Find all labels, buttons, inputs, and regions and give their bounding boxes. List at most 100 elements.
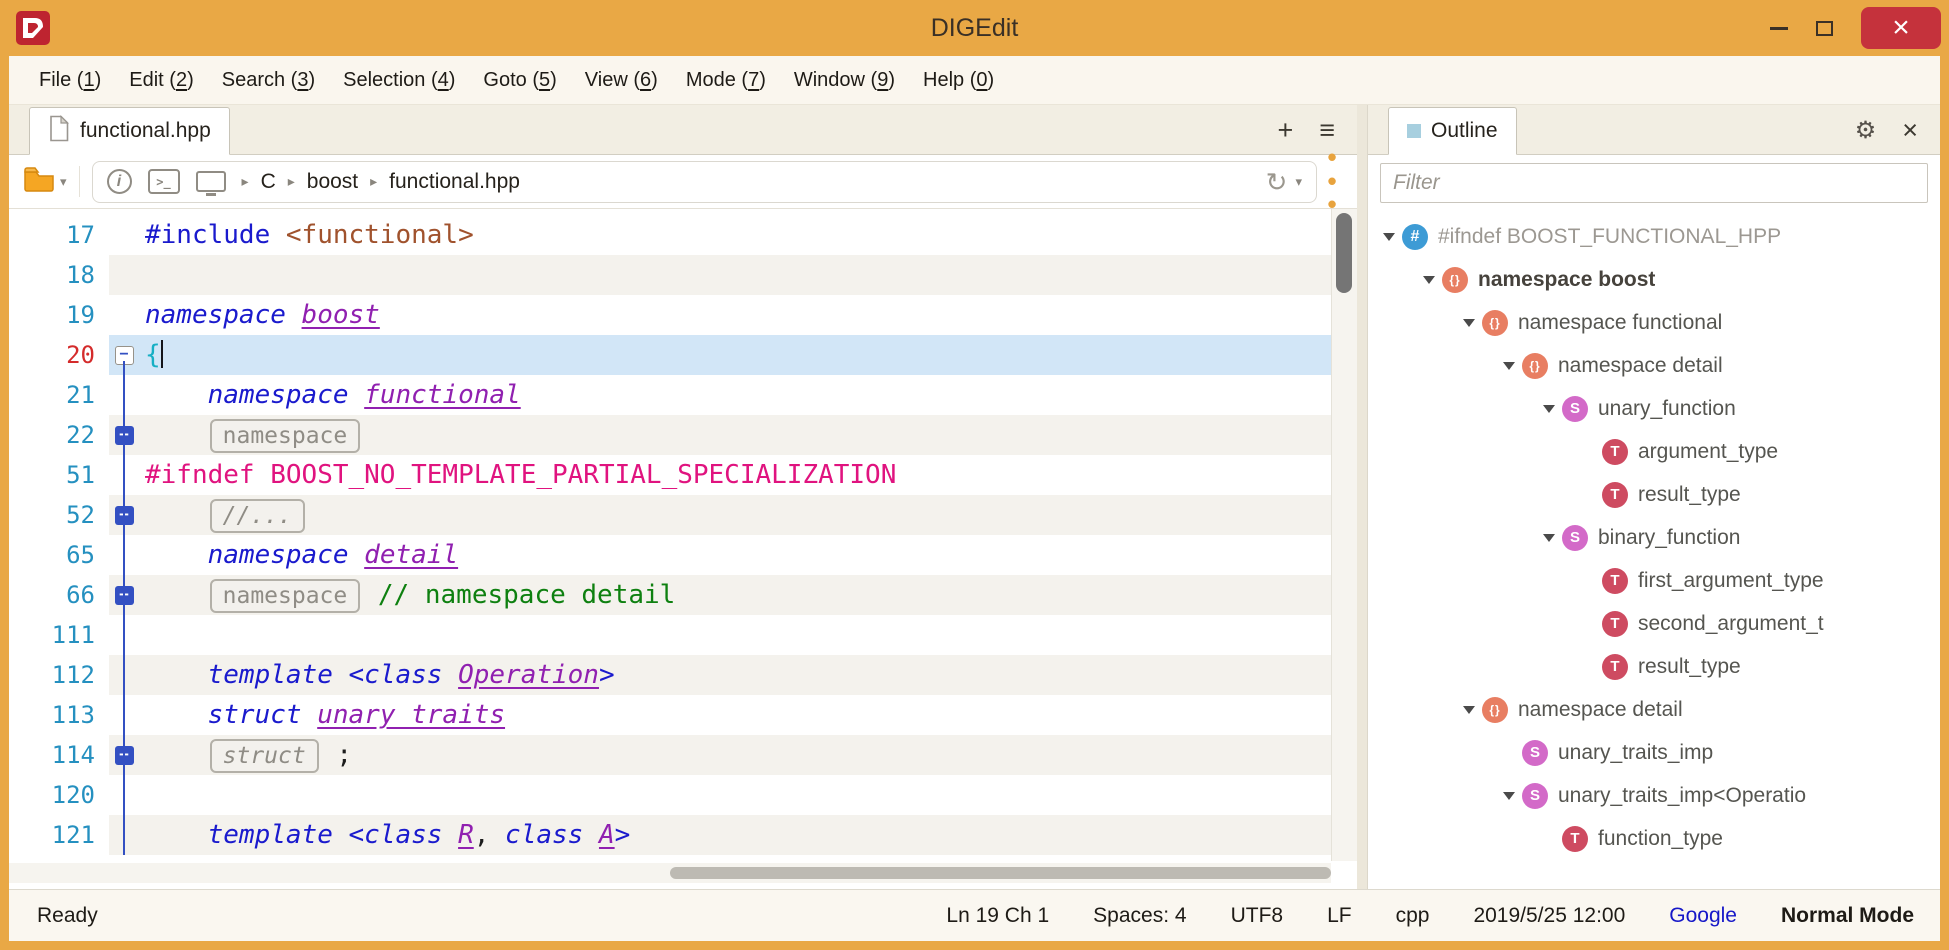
status-line-ending[interactable]: LF (1327, 904, 1352, 928)
outline-item[interactable]: {}namespace detail (1368, 344, 1940, 387)
fold-gutter[interactable]: + (109, 735, 139, 775)
code-line-text[interactable]: { (139, 335, 1331, 375)
fold-expand-marker-icon[interactable]: + (115, 506, 134, 525)
open-folder-button[interactable]: ▾ (23, 166, 80, 197)
code-line-19[interactable]: 19 namespace boost (9, 295, 1331, 335)
panel-divider[interactable] (1357, 105, 1367, 889)
tree-expand-arrow-icon[interactable] (1498, 362, 1520, 370)
outline-item[interactable]: Tfunction_type (1368, 817, 1940, 860)
outline-close-button[interactable]: × (1902, 117, 1918, 144)
code-line-52[interactable]: 52 + //... (9, 495, 1331, 535)
code-editor[interactable]: 17#include <functional>1819namespace boo… (9, 209, 1357, 889)
code-line-text[interactable]: namespace (139, 415, 1331, 455)
menu-mode[interactable]: Mode (7) (672, 69, 780, 92)
line-number[interactable]: 51 (9, 455, 109, 495)
code-line-text[interactable]: #include <functional> (139, 215, 1331, 255)
breadcrumb-item[interactable]: boost (307, 170, 358, 194)
tab-outline[interactable]: Outline (1388, 107, 1517, 155)
tab-list-button[interactable]: ≡ (1319, 117, 1335, 144)
status-encoding[interactable]: UTF8 (1231, 904, 1284, 928)
code-line-120[interactable]: 120 (9, 775, 1331, 815)
outline-item[interactable]: Tresult_type (1368, 645, 1940, 688)
line-number[interactable]: 52 (9, 495, 109, 535)
fold-gutter[interactable]: − (109, 335, 139, 375)
code-line-112[interactable]: 112 template <class Operation> (9, 655, 1331, 695)
outline-item[interactable]: ##ifndef BOOST_FUNCTIONAL_HPP (1368, 215, 1940, 258)
vertical-scrollbar-thumb[interactable] (1336, 213, 1352, 293)
menu-search[interactable]: Search (3) (208, 69, 329, 92)
tree-expand-arrow-icon[interactable] (1538, 534, 1560, 542)
outline-item[interactable]: {}namespace functional (1368, 301, 1940, 344)
code-line-113[interactable]: 113 struct unary_traits (9, 695, 1331, 735)
line-number[interactable]: 114 (9, 735, 109, 775)
more-options-button[interactable]: ••• (1317, 146, 1347, 216)
code-line-text[interactable]: namespace // namespace detail (139, 575, 1331, 615)
fold-expand-marker-icon[interactable]: + (115, 586, 134, 605)
line-number[interactable]: 19 (9, 295, 109, 335)
code-line-text[interactable]: struct ; (139, 735, 1331, 775)
line-number[interactable]: 20 (9, 335, 109, 375)
menu-file[interactable]: File (1) (25, 69, 115, 92)
horizontal-scrollbar[interactable] (9, 863, 1331, 883)
outline-item[interactable]: Sunary_traits_imp<Operatio (1368, 774, 1940, 817)
close-button[interactable]: × (1861, 7, 1941, 49)
code-line-text[interactable]: template <class R, class A> (139, 815, 1331, 855)
code-line-text[interactable] (139, 615, 1331, 655)
code-line-text[interactable]: template <class Operation> (139, 655, 1331, 695)
status-cursor-position[interactable]: Ln 19 Ch 1 (946, 904, 1049, 928)
outline-item[interactable]: {}namespace boost (1368, 258, 1940, 301)
tree-expand-arrow-icon[interactable] (1458, 706, 1480, 714)
fold-expand-marker-icon[interactable]: + (115, 746, 134, 765)
status-indentation[interactable]: Spaces: 4 (1093, 904, 1186, 928)
code-line-65[interactable]: 65 namespace detail (9, 535, 1331, 575)
code-line-text[interactable] (139, 255, 1331, 295)
breadcrumb-item[interactable]: C (261, 170, 276, 194)
tree-expand-arrow-icon[interactable] (1418, 276, 1440, 284)
line-number[interactable]: 120 (9, 775, 109, 815)
title-bar[interactable]: DIGEdit × (0, 0, 1949, 56)
tree-expand-arrow-icon[interactable] (1378, 233, 1400, 241)
code-line-17[interactable]: 17 #include <functional> (9, 215, 1331, 255)
code-line-text[interactable]: namespace boost (139, 295, 1331, 335)
code-line-text[interactable]: //... (139, 495, 1331, 535)
menu-selection[interactable]: Selection (4) (329, 69, 469, 92)
fold-collapse-marker-icon[interactable]: − (115, 346, 134, 365)
menu-window[interactable]: Window (9) (780, 69, 909, 92)
line-number[interactable]: 17 (9, 215, 109, 255)
line-number[interactable]: 111 (9, 615, 109, 655)
preview-button[interactable] (196, 171, 226, 192)
code-line-114[interactable]: 114 + struct ; (9, 735, 1331, 775)
tree-expand-arrow-icon[interactable] (1458, 319, 1480, 327)
tree-expand-arrow-icon[interactable] (1538, 405, 1560, 413)
outline-item[interactable]: Tfirst_argument_type (1368, 559, 1940, 602)
outline-item[interactable]: Targument_type (1368, 430, 1940, 473)
status-google-link[interactable]: Google (1669, 904, 1737, 928)
menu-view[interactable]: View (6) (571, 69, 672, 92)
fold-gutter[interactable]: + (109, 415, 139, 455)
status-mode[interactable]: Normal Mode (1781, 904, 1914, 928)
code-line-text[interactable]: struct unary_traits (139, 695, 1331, 735)
status-language[interactable]: cpp (1396, 904, 1430, 928)
fold-gutter[interactable]: + (109, 495, 139, 535)
outline-item[interactable]: Tsecond_argument_t (1368, 602, 1940, 645)
menu-goto[interactable]: Goto (5) (469, 69, 570, 92)
new-tab-button[interactable]: + (1277, 117, 1293, 144)
vertical-scrollbar[interactable] (1331, 209, 1357, 861)
code-line-121[interactable]: 121 template <class R, class A> (9, 815, 1331, 855)
outline-settings-button[interactable]: ⚙ (1855, 119, 1877, 143)
info-button[interactable]: i (107, 169, 132, 194)
line-number[interactable]: 121 (9, 815, 109, 855)
outline-item[interactable]: Tresult_type (1368, 473, 1940, 516)
outline-filter-input[interactable] (1380, 163, 1928, 203)
fold-expand-marker-icon[interactable]: + (115, 426, 134, 445)
code-line-text[interactable]: namespace functional (139, 375, 1331, 415)
outline-item[interactable]: Sbinary_function (1368, 516, 1940, 559)
refresh-dropdown-caret-icon[interactable]: ▾ (1295, 174, 1302, 190)
maximize-button[interactable] (1816, 21, 1833, 36)
tree-expand-arrow-icon[interactable] (1498, 792, 1520, 800)
code-line-text[interactable]: namespace detail (139, 535, 1331, 575)
horizontal-scrollbar-thumb[interactable] (670, 867, 1331, 879)
line-number[interactable]: 66 (9, 575, 109, 615)
code-line-21[interactable]: 21 namespace functional (9, 375, 1331, 415)
minimize-button[interactable] (1770, 27, 1788, 30)
